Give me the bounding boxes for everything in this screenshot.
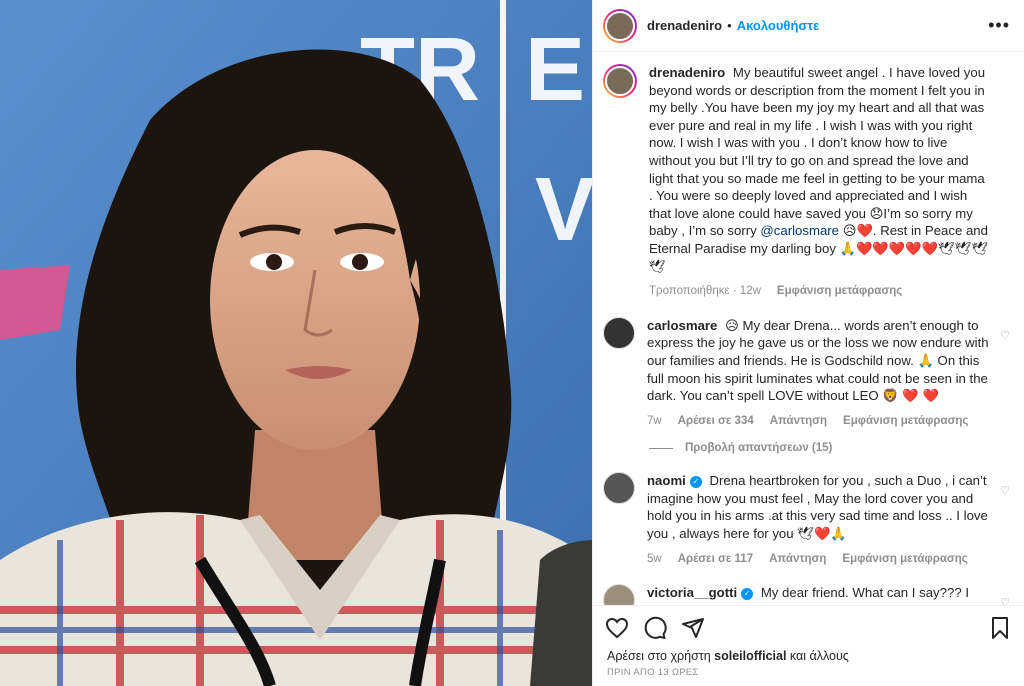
reply-button[interactable]: Απάντηση [769, 551, 826, 569]
follow-button[interactable]: Ακολουθήστε [737, 18, 820, 33]
reply-button[interactable]: Απάντηση [770, 413, 827, 431]
author-username[interactable]: drenadeniro [647, 18, 722, 33]
bookmark-icon[interactable] [988, 616, 1012, 640]
view-replies-button[interactable]: Προβολή απαντήσεων (15) [649, 442, 1010, 454]
comments-scroll-area[interactable]: drenadeniro My beautiful sweet angel . I… [593, 52, 1024, 605]
comment-meta: 5w Αρέσει σε 117 Απάντηση Εμφάνιση μετάφ… [647, 551, 990, 569]
replies-divider [649, 447, 673, 449]
separator-dot: • [727, 18, 732, 33]
author-avatar[interactable] [603, 8, 637, 43]
post-photo-illustration: TR E T V [0, 0, 592, 686]
sign-letter-e: E [525, 20, 585, 120]
commenter-avatar[interactable] [603, 472, 635, 505]
caption-body: drenadeniro My beautiful sweet angel . I… [649, 64, 1010, 301]
liked-by: Αρέσει στο χρήστη soleilofficial και άλλ… [593, 649, 1024, 663]
caption-author-avatar[interactable] [603, 64, 637, 98]
share-icon[interactable] [681, 616, 705, 640]
view-replies-label: Προβολή απαντήσεων (15) [685, 442, 833, 455]
comment-username[interactable]: naomi [647, 473, 686, 488]
comment-translate-link[interactable]: Εμφάνιση μετάφρασης [843, 413, 968, 431]
heart-icon[interactable] [605, 616, 629, 640]
comment-username[interactable]: carlosmare [647, 318, 717, 333]
comment-username[interactable]: victoria__gotti [647, 585, 737, 600]
caption-text: My beautiful sweet angel . I have loved … [649, 65, 986, 239]
caption-meta: Τροποποιήθηκε · 12w Εμφάνιση μετάφρασης [649, 283, 990, 301]
verified-badge-icon: ✓ [689, 475, 702, 488]
comment-like-heart-icon[interactable]: ♡ [1000, 329, 1010, 342]
comment-age: 5w [647, 552, 662, 565]
comment: victoria__gotti ✓ My dear friend. What ca… [603, 584, 1010, 605]
comment-like-heart-icon[interactable]: ♡ [1000, 596, 1010, 605]
comment-likes[interactable]: Αρέσει σε 334 [678, 413, 754, 431]
comment-body: carlosmare 😥 My dear Drena... words aren… [647, 317, 1010, 431]
comment-translate-link[interactable]: Εμφάνιση μετάφρασης [842, 551, 967, 569]
comment-likes[interactable]: Αρέσει σε 117 [678, 551, 753, 569]
liked-by-prefix: Αρέσει στο χρήστη [607, 649, 711, 663]
comment-body: naomi ✓ Drena heartbroken for you , such … [647, 472, 1010, 568]
instagram-post-view: TR E T V [0, 0, 1024, 686]
more-options-icon[interactable]: ••• [988, 15, 1010, 36]
commenter-avatar[interactable] [603, 316, 635, 349]
caption-mention[interactable]: @carlosmare [760, 223, 839, 238]
post-actions-bar [593, 605, 1024, 649]
comment-icon[interactable] [643, 616, 667, 640]
comment: carlosmare 😥 My dear Drena... words aren… [603, 316, 1010, 431]
post-time-ago[interactable]: ΠΡΙΝ ΑΠΟ 13 ΩΡΕΣ [593, 663, 1024, 686]
comment-body: victoria__gotti ✓ My dear friend. What ca… [647, 584, 1010, 605]
comment-like-heart-icon[interactable]: ♡ [1000, 484, 1010, 497]
liked-by-suffix[interactable]: και άλλους [790, 649, 849, 663]
comment-age: 7w [647, 414, 662, 427]
caption-translate-link[interactable]: Εμφάνιση μετάφρασης [777, 283, 902, 301]
post-photo[interactable]: TR E T V [0, 0, 592, 686]
commenter-avatar[interactable] [603, 584, 635, 605]
sign-letter-v: V [535, 160, 592, 260]
comment: naomi ✓ Drena heartbroken for you , such … [603, 472, 1010, 568]
post-sidebar: drenadeniro • Ακολουθήστε ••• drenadenir… [592, 0, 1024, 686]
caption-edited-time: Τροποποιήθηκε · 12w [649, 285, 761, 298]
verified-badge-icon: ✓ [741, 587, 754, 600]
post-header: drenadeniro • Ακολουθήστε ••• [593, 0, 1024, 52]
comment-meta: 7w Αρέσει σε 334 Απάντηση Εμφάνιση μετάφ… [647, 413, 990, 431]
caption: drenadeniro My beautiful sweet angel . I… [603, 64, 1010, 301]
caption-username[interactable]: drenadeniro [649, 65, 725, 80]
liked-by-user[interactable]: soleilofficial [714, 649, 786, 663]
